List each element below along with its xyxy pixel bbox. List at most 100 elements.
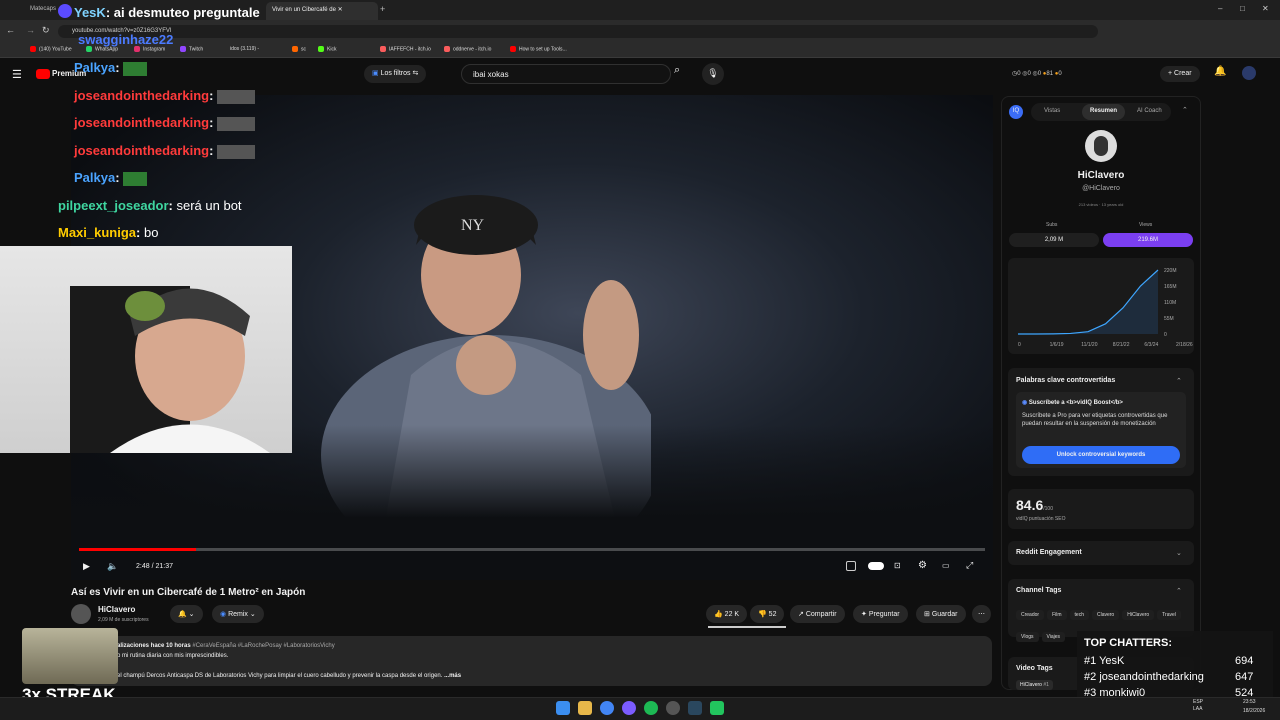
autoplay-toggle[interactable] (868, 562, 884, 570)
youtube-logo-icon[interactable] (36, 69, 50, 79)
remix-button[interactable]: ◉ Remix ⌄ (212, 605, 264, 623)
spotify-icon[interactable] (644, 701, 658, 715)
settings-gear-icon[interactable]: ⚙ (918, 560, 927, 571)
windows-taskbar (0, 697, 1280, 720)
channel-tag[interactable]: Film (1047, 610, 1067, 620)
play-icon[interactable]: ▶ (83, 561, 90, 572)
file-explorer-icon[interactable] (578, 701, 592, 715)
desc-more-link[interactable]: ...más (444, 673, 461, 679)
subtitles-icon[interactable]: ⊡ (894, 561, 901, 570)
video-tag[interactable]: HiClavero #1 (1016, 680, 1053, 690)
bookmark-kick[interactable]: Kick (318, 46, 336, 52)
seo-max: /100 (1043, 506, 1053, 512)
chat-line: Palkya: (74, 170, 148, 186)
extension-stats: ◷0 ◎0 ◎0 ●81 ●0 (1012, 71, 1062, 77)
bookmark-tools[interactable]: How to set up Tools... (510, 46, 567, 52)
channel-tag[interactable]: tech (1069, 610, 1089, 620)
chevron-up-icon[interactable]: ⌃ (1176, 377, 1182, 385)
app-icon[interactable] (666, 701, 680, 715)
description-box[interactable]: alizaciones hace 10 horas #CeraVeEspaña … (71, 636, 992, 686)
filter-label: Los filtros (380, 70, 411, 77)
bookmark-sc[interactable]: sc (292, 46, 306, 52)
channel-tag[interactable]: Travel (1157, 610, 1181, 620)
bookmark-twitch[interactable]: Twitch (180, 46, 203, 52)
clock-date[interactable]: 18/2/2026 (1243, 708, 1265, 714)
menu-icon[interactable]: ☰ (12, 68, 22, 81)
bookmark-label: Kick (327, 46, 337, 53)
volume-icon[interactable]: 🔈 (107, 561, 118, 572)
chat-line: Palkya: (74, 60, 148, 76)
bookmark-label: (140) YouTube (39, 46, 72, 53)
notifications-button[interactable]: 🔔 ⌄ (170, 605, 203, 623)
channel-tag[interactable]: Clavero (1091, 610, 1120, 620)
unlock-keywords-button[interactable]: Unlock controversial keywords (1022, 446, 1180, 464)
avatar[interactable] (1242, 66, 1256, 80)
mic-icon[interactable]: 🎙 (702, 63, 724, 85)
url-field[interactable]: youtube.com/watch?v=z0Z16G3YFVI (58, 25, 1098, 38)
channel-tag[interactable]: Creador (1016, 610, 1045, 620)
bookmark-label: Instagram (143, 46, 166, 53)
views-value[interactable]: 219.6M (1103, 233, 1193, 247)
chrome-icon[interactable] (600, 701, 614, 715)
channel-avatar[interactable] (71, 604, 91, 624)
like-button[interactable]: 👍 22 K (706, 605, 748, 623)
chat-line: joseandointhedarking: (74, 115, 256, 131)
controversial-card: Palabras clave controvertidas ⌃ ◉ Suscrí… (1008, 368, 1194, 476)
share-button[interactable]: ↗ Compartir (790, 605, 845, 623)
y-tick-label: 55M (1164, 316, 1174, 322)
channel-tag[interactable]: HiClavero (1122, 610, 1155, 620)
new-tab-button[interactable]: + (380, 4, 385, 14)
back-icon[interactable]: ← (6, 25, 15, 35)
bookmark-mail[interactable]: idos (3.119) - (230, 46, 259, 52)
top-chatters-panel: TOP CHATTERS: #1 YesK 694 #2 joseandoint… (1077, 631, 1273, 706)
chevron-up-icon[interactable]: ⌃ (1176, 587, 1182, 595)
search-input[interactable]: ibai xokas (461, 64, 671, 84)
close-window-button[interactable]: ✕ (1262, 4, 1269, 13)
reddit-card[interactable]: Reddit Engagement ⌄ (1008, 541, 1194, 565)
forward-icon[interactable]: → (26, 25, 35, 35)
steam-icon[interactable] (688, 701, 702, 715)
tab-summary[interactable]: Resumen (1082, 104, 1126, 120)
tab-youtube-video[interactable]: Vivir en un Cibercafé de ✕ (266, 2, 378, 20)
bell-icon[interactable]: 🔔 (1214, 66, 1226, 77)
bookmark-itch1[interactable]: IAFFEFCH - itch.io (380, 46, 431, 52)
clock-time[interactable]: 23:53 (1243, 699, 1256, 705)
save-button[interactable]: ⊞ Guardar (916, 605, 966, 623)
chevron-down-icon[interactable]: ⌄ (1176, 549, 1182, 557)
channel-name[interactable]: HiClavero (98, 605, 135, 614)
top-chatter-count: 694 (1235, 655, 1254, 667)
miniplayer-icon[interactable]: ▭ (942, 561, 950, 570)
obs-icon[interactable] (622, 701, 636, 715)
reload-icon[interactable]: ↻ (42, 25, 50, 36)
maximize-button[interactable]: □ (1240, 4, 1245, 13)
channel-tag[interactable]: Viajes (1041, 632, 1066, 642)
bookmark-youtube[interactable]: (140) YouTube (30, 46, 72, 52)
bookmark-itch2[interactable]: oddnerve - itch.io (444, 46, 491, 52)
bookmark-label: idos (3.119) - (230, 46, 260, 52)
create-button[interactable]: + Crear (1160, 66, 1200, 82)
itch-icon (380, 46, 386, 52)
language-indicator[interactable]: LAA (1193, 706, 1202, 712)
dislike-button[interactable]: 👎 52 (750, 605, 785, 623)
tab-views[interactable]: Vistas (1044, 108, 1060, 114)
desc-tags: #CeraVeEspaña #LaRochePosay #Laboratorio… (192, 643, 335, 649)
ask-button[interactable]: ✦ Preguntar (853, 605, 908, 623)
filters-button[interactable]: ▣ Los filtros ⇆ (364, 65, 427, 83)
channel-tag[interactable]: Vlogs (1016, 632, 1039, 642)
progress-track[interactable] (79, 548, 985, 551)
seo-card: 84.6/100 vidIQ puntuación SEO (1008, 489, 1194, 529)
share-label: Compartir (805, 611, 837, 618)
chevron-up-icon[interactable]: ⌃ (1182, 106, 1188, 114)
more-options-icon[interactable]: ⋯ (972, 605, 991, 623)
time-display: 2:48 / 21:37 (136, 563, 173, 570)
subs-value[interactable]: 2,09 M (1009, 233, 1099, 247)
app-green-icon[interactable] (710, 701, 724, 715)
minimize-button[interactable]: – (1218, 4, 1222, 13)
vidiq-player-icon[interactable] (846, 561, 856, 571)
chat-line: swagginhaze22 (78, 32, 174, 47)
search-icon[interactable]: ⌕ (674, 64, 680, 77)
language-indicator-top[interactable]: ESP (1193, 699, 1203, 705)
tab-ai-coach[interactable]: AI Coach (1137, 108, 1162, 114)
start-icon[interactable] (556, 701, 570, 715)
fullscreen-icon[interactable]: ⤢ (966, 560, 973, 571)
